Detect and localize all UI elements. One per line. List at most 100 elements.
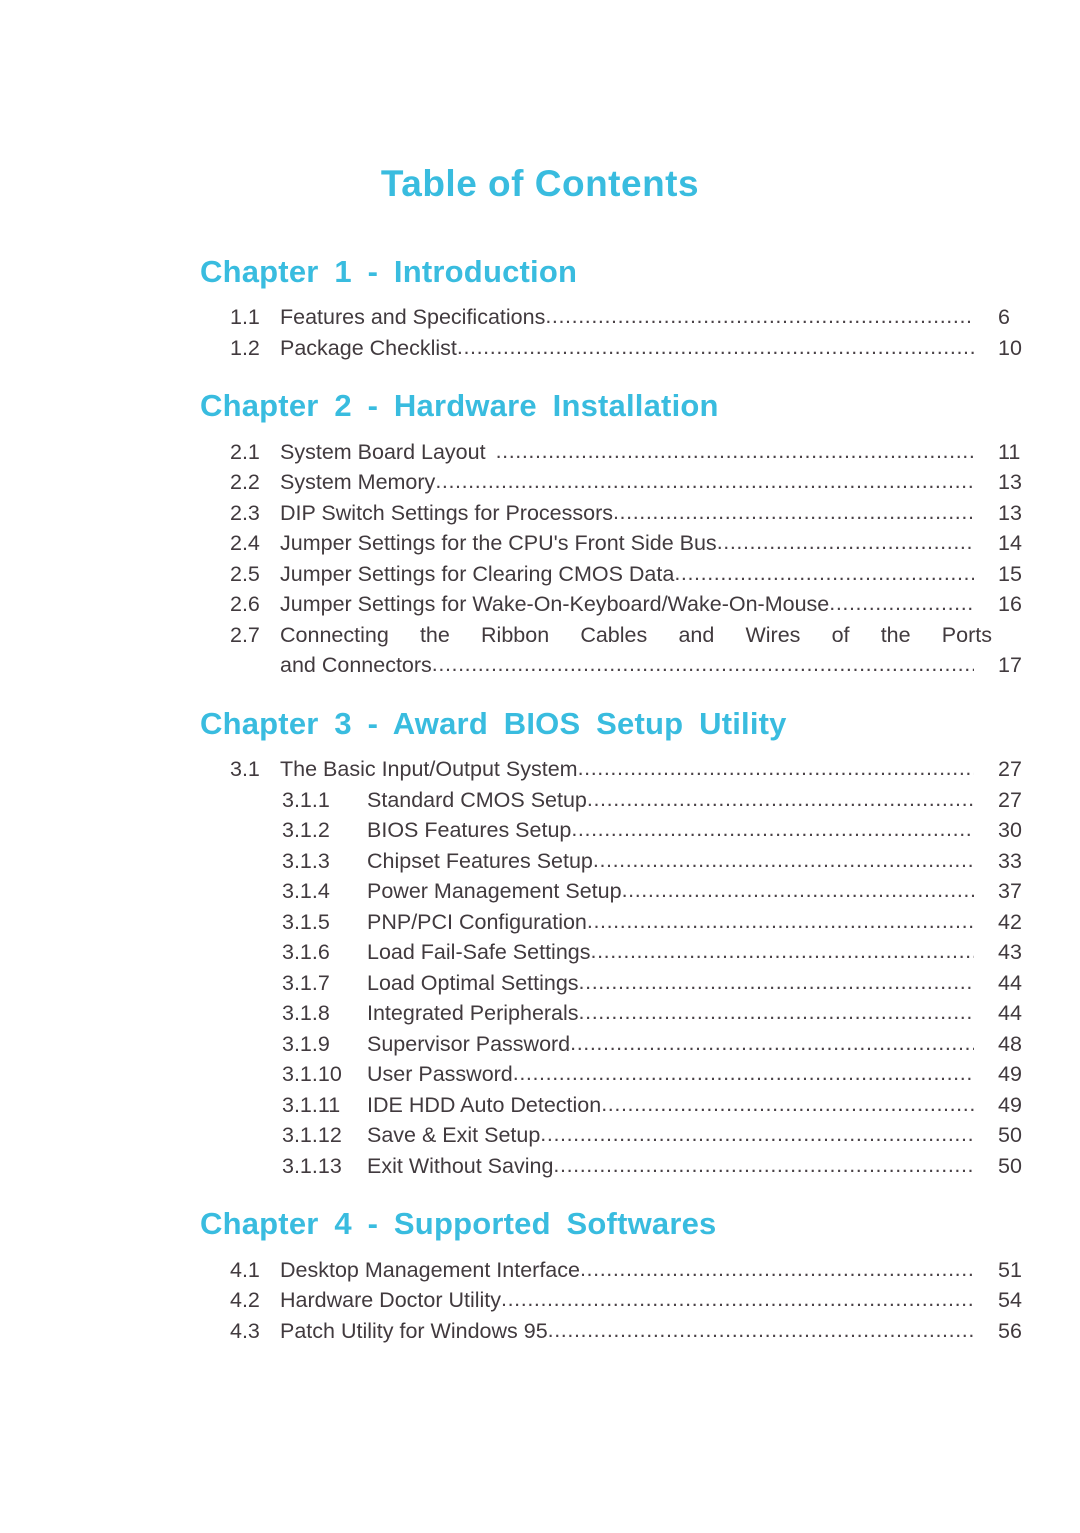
toc-entry[interactable]: 3.1.8 Integrated Peripherals 44 [0,998,1080,1029]
toc-entry-title: DIP Switch Settings for Processors [280,500,613,525]
toc-entry-number: 3.1.8 [282,1001,330,1026]
toc-entry-title: Jumper Settings for Wake-On-Keyboard/Wak… [280,592,830,617]
toc-entry-page-number: 49 [998,1092,1022,1117]
toc-entry[interactable]: 3.1.2 BIOS Features Setup 30 [0,815,1080,846]
toc-entry-number: 2.1 [230,439,260,464]
toc-entry[interactable]: 2.7 Connecting the Ribbon Cables and Wires of th… [0,620,1080,681]
dot-leader [591,937,975,967]
toc-entry-title-row: Load Optimal Settings [367,968,974,999]
toc-entry-page-number: 42 [998,909,1022,934]
toc-entry-page-number: 44 [998,1001,1022,1026]
toc-entry-number: 4.2 [230,1288,260,1313]
toc-entry-number: 3.1.7 [282,970,330,995]
toc-entry-title-row: User Password [367,1059,974,1090]
dot-leader [717,528,974,558]
toc-entry-page-number: 56 [998,1318,1022,1343]
toc-entry-title-row: Desktop Management Interface [280,1255,974,1286]
toc-entry[interactable]: 1.1 Features and Specifications 6 [0,302,1080,333]
toc-entry[interactable]: 3.1.9 Supervisor Password 48 [0,1029,1080,1060]
toc-entry-number: 3.1.2 [282,818,330,843]
toc-entry-title: BIOS Features Setup [367,818,572,843]
chapter-heading[interactable]: Chapter 2 - Hardware Installation [0,389,1080,423]
toc-entry[interactable]: 2.6 Jumper Settings for Wake-On-Keyboard/… [0,589,1080,620]
toc-entry-number: 3.1.5 [282,909,330,934]
toc-entry-title: Features and Specifications [280,305,546,330]
dot-leader [829,589,974,619]
toc-entry-title-row: Patch Utility for Windows 95 [280,1316,974,1347]
toc-entry-page-number: 48 [998,1031,1022,1056]
toc-entry-title: Patch Utility for Windows 95 [280,1318,548,1343]
toc-entry-title: System Board Layout [280,439,486,464]
toc-entry[interactable]: 3.1.6 Load Fail-Safe Settings 43 [0,937,1080,968]
toc-entry[interactable]: 3.1.12 Save & Exit Setup 50 [0,1120,1080,1151]
toc-entry-title-row: Jumper Settings for Wake-On-Keyboard/Wak… [280,589,974,620]
toc-entry-title-row: DIP Switch Settings for Processors [280,498,974,529]
toc-entry[interactable]: 3.1.10 User Password 49 [0,1059,1080,1090]
toc-entry[interactable]: 2.1 System Board Layout 11 [0,437,1080,468]
toc-entry-title-row: The Basic Input/Output System [280,754,974,785]
toc-list: 4.1 Desktop Management Interface 51 4.2 Hard… [0,1255,1080,1347]
toc-entry-page-number: 49 [998,1062,1022,1087]
toc-entry-title-line1: Connecting the Ribbon Cables and Wires of the Po… [280,622,992,647]
toc-entry-page-number: 16 [998,592,1022,617]
toc-entry-number: 2.3 [230,500,260,525]
toc-entry-number: 3.1.11 [282,1092,341,1117]
toc-entry[interactable]: 1.2 Package Checklist 10 [0,333,1080,364]
toc-entry-number: 1.1 [230,305,260,330]
toc-entry-title: Jumper Settings for Clearing CMOS Data [280,561,675,586]
toc-entry-title: Power Management Setup [367,879,622,904]
toc-entry-title: The Basic Input/Output System [280,757,578,782]
toc-entry[interactable]: 3.1.11 IDE HDD Auto Detection 49 [0,1090,1080,1121]
toc-entry[interactable]: 3.1.5 PNP/PCI Configuration 42 [0,907,1080,938]
toc-entry[interactable]: 3.1.3 Chipset Features Setup 33 [0,846,1080,877]
dot-leader [540,1120,974,1150]
toc-entry[interactable]: 2.5 Jumper Settings for Clearing CMOS Dat… [0,559,1080,590]
toc-entry[interactable]: 4.3 Patch Utility for Windows 95 56 [0,1316,1080,1347]
toc-entry-page-number: 27 [998,787,1022,812]
chapter-heading[interactable]: Chapter 3 - Award BIOS Setup Utility [0,706,1080,740]
toc-entry[interactable]: 3.1.1 Standard CMOS Setup 27 [0,785,1080,816]
toc-entry-number: 1.2 [230,335,260,360]
dot-leader [496,437,974,467]
toc-entry[interactable]: 3.1.7 Load Optimal Settings 44 [0,968,1080,999]
dot-leader [570,1029,974,1059]
chapter-heading[interactable]: Chapter 1 - Introduction [0,255,1080,289]
toc-entry[interactable]: 4.1 Desktop Management Interface 51 [0,1255,1080,1286]
toc-entry-number: 3.1 [230,757,260,782]
toc-entry-page-number: 13 [998,470,1022,495]
toc-entry-title-row: Package Checklist [280,333,974,364]
dot-leader [587,907,974,937]
dot-leader [622,876,974,906]
toc-entry-page-number: 11 [998,439,1021,464]
document-page: Table of Contents Chapter 1 - Introducti… [0,0,1080,1533]
chapter-heading[interactable]: Chapter 4 - Supported Softwares [0,1207,1080,1241]
dot-leader [580,1255,974,1285]
toc-entry-page-number: 51 [998,1257,1022,1282]
toc-entry[interactable]: 3.1 The Basic Input/Output System 27 [0,754,1080,785]
toc-entry-title-row: Jumper Settings for Clearing CMOS Data [280,559,974,590]
toc-entry-title-line2: and Connectors [280,653,432,678]
toc-entry[interactable]: 3.1.4 Power Management Setup 37 [0,876,1080,907]
toc-entry[interactable]: 4.2 Hardware Doctor Utility 54 [0,1285,1080,1316]
toc-entry-number: 3.1.12 [282,1123,342,1148]
toc-entry[interactable]: 3.1.13 Exit Without Saving 50 [0,1151,1080,1182]
toc-entry-title: IDE HDD Auto Detection [367,1092,602,1117]
dot-leader [501,1285,974,1315]
toc-entry-title: Save & Exit Setup [367,1123,541,1148]
toc-entry-page-number: 37 [998,879,1022,904]
toc-entry-title-row: System Board Layout [280,437,974,468]
toc-entry[interactable]: 2.3 DIP Switch Settings for Processors 13 [0,498,1080,529]
toc-entry-title: Load Fail-Safe Settings [367,940,591,965]
toc-entry[interactable]: 2.2 System Memory 13 [0,467,1080,498]
dot-leader [593,846,974,876]
table-of-contents: Chapter 1 - Introduction 1.1 Features and … [0,255,1080,1372]
toc-entry-title-row: BIOS Features Setup [367,815,974,846]
chapter-block: Chapter 2 - Hardware Installation 2.1 Syst… [0,389,1080,680]
toc-entry-number: 2.6 [230,592,260,617]
toc-entry-number: 4.1 [230,1257,260,1282]
toc-entry-title: System Memory [280,470,436,495]
chapter-block: Chapter 3 - Award BIOS Setup Utility 3.1 T… [0,706,1080,1182]
toc-entry[interactable]: 2.4 Jumper Settings for the CPU's Front S… [0,528,1080,559]
toc-entry-number: 3.1.3 [282,848,330,873]
toc-entry-page-number: 13 [998,500,1022,525]
